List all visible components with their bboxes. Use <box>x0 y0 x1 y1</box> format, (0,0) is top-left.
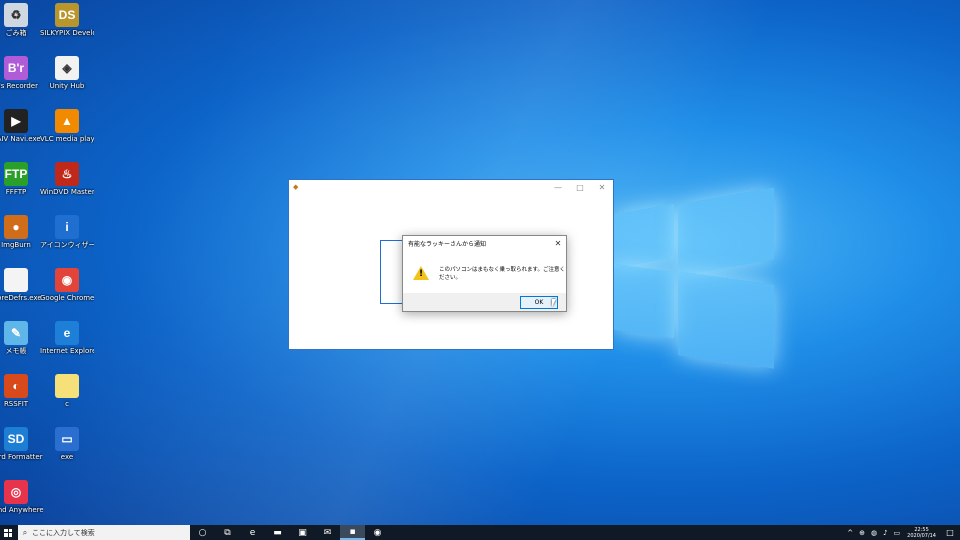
ffftp-icon: FTP <box>4 162 28 186</box>
desktop-icon-label: exe <box>60 453 74 461</box>
desktop-icon-label: VLC media player <box>40 135 94 143</box>
taskbar-search-box[interactable]: ⌕ ここに入力して検索 <box>18 525 190 540</box>
daiv-navi-icon: ▶ <box>4 109 28 133</box>
desktop-icon[interactable]: ♨ WinDVD Master <box>40 160 94 212</box>
vlc-icon: ▲ <box>55 109 79 133</box>
taskbar-store-icon[interactable]: ▣ <box>290 525 315 540</box>
desktop-icon[interactable]: ◈ Unity Hub <box>40 54 94 106</box>
desktop-icon[interactable]: ◐ RSSFIT <box>0 372 43 424</box>
ie-icon: e <box>55 321 79 345</box>
desktop-icon[interactable]: ◎ Send Anywhere <box>0 478 43 530</box>
windows-logo-icon <box>4 528 12 537</box>
search-icon: ⌕ <box>22 527 28 537</box>
taskbar-mail-icon[interactable]: ✉ <box>315 525 340 540</box>
desktop-icon[interactable]: i アイコンウィザード <box>40 213 94 265</box>
desktop-icon[interactable]: ◉ Google Chrome <box>40 266 94 318</box>
start-button[interactable] <box>0 525 16 540</box>
send-anywhere-icon: ◎ <box>4 480 28 504</box>
card-formatter-icon: SD <box>4 427 28 451</box>
desktop-icon[interactable]: ▲ VLC media player <box>40 107 94 159</box>
desktop-icon-label: moreDefrs.exe <box>0 294 42 302</box>
chrome-icon: ◉ <box>55 268 79 292</box>
desktop-icon-label: B's Recorder <box>0 82 38 90</box>
desktop-icon[interactable]: SD Card Formatter <box>0 425 43 477</box>
dialog-title: 有能なラッキーさんから通知 <box>408 241 487 248</box>
desktop-icon[interactable]: moreDefrs.exe <box>0 266 43 318</box>
desktop-icon-label: RSSFIT <box>3 400 29 408</box>
dialog-titlebar[interactable]: 有能なラッキーさんから通知 ✕ <box>403 236 566 251</box>
warning-icon: ! <box>413 266 429 280</box>
folder-file-icon <box>55 374 79 398</box>
desktop-icon-label: ごみ箱 <box>5 29 27 37</box>
desktop-icon[interactable]: B'r B's Recorder <box>0 54 43 106</box>
desktop-icon[interactable]: c <box>40 372 94 424</box>
desktop-icon-label: Card Formatter <box>0 453 43 461</box>
app-icon: ◆ <box>293 183 299 191</box>
taskbar-pinned-apps: ○ ⧉ e ▬ ▣ ✉ ▪ ◉ <box>190 525 390 540</box>
dialog-message: このパソコンはまもなく乗っ取られます。ご注意ください。 <box>439 267 565 281</box>
wifi-icon[interactable]: ◍ <box>868 529 880 537</box>
desktop-icon[interactable]: ▭ exe <box>40 425 94 477</box>
desktop-icon[interactable]: e Internet Explorer <box>40 319 94 371</box>
taskbar-app-icon[interactable]: ▪ <box>340 525 365 540</box>
windvd-icon: ♨ <box>55 162 79 186</box>
battery-icon[interactable]: ▭ <box>891 529 904 537</box>
desktop-icon-label: c <box>65 400 69 408</box>
desktop-icon[interactable]: DS SILKYPIX Developer Studio <box>40 1 94 53</box>
desktop-icon-label: SILKYPIX Developer Studio <box>40 29 94 37</box>
desktop-icon[interactable]: FTP FFFTP <box>0 160 43 212</box>
clock-date: 2020/07/14 <box>907 532 936 539</box>
tray-chevron-icon[interactable]: ^ <box>844 529 856 537</box>
taskbar-edge-icon[interactable]: e <box>240 525 265 540</box>
unity-hub-icon: ◈ <box>55 56 79 80</box>
desktop-icon-label: FFFTP <box>5 188 27 196</box>
bsrecorder-icon: B'r <box>4 56 28 80</box>
taskbar-chrome-icon[interactable]: ◉ <box>365 525 390 540</box>
message-dialog[interactable]: 有能なラッキーさんから通知 ✕ ! このパソコンはまもなく乗っ取られます。ご注意… <box>402 235 567 312</box>
clock[interactable]: 22:55 2020/07/14 <box>903 527 940 539</box>
desktop-icon[interactable]: ♻ ごみ箱 <box>0 1 43 53</box>
imgburn-icon: ● <box>4 215 28 239</box>
minimize-button[interactable]: — <box>547 183 569 192</box>
silkypix-icon: DS <box>55 3 79 27</box>
notepad-icon: ✎ <box>4 321 28 345</box>
desktop-icon-label: メモ帳 <box>5 347 27 355</box>
notification-center-icon[interactable]: □ <box>940 528 960 537</box>
close-button[interactable]: ✕ <box>591 183 613 192</box>
dialog-close-button[interactable]: ✕ <box>550 239 566 248</box>
desktop-icon[interactable]: ✎ メモ帳 <box>0 319 43 371</box>
taskbar-task-view-icon[interactable]: ⧉ <box>215 525 240 540</box>
dialog-body: ! このパソコンはまもなく乗っ取られます。ご注意ください。 <box>403 251 566 295</box>
rssfit-icon: ◐ <box>4 374 28 398</box>
desktop-icon-label: Google Chrome <box>40 294 94 302</box>
taskbar-cortana-icon[interactable]: ○ <box>190 525 215 540</box>
info-icon: i <box>55 215 79 239</box>
desktop-icon-label: DAIV Navi.exe <box>0 135 41 143</box>
desktop-icon-label: ImgBurn <box>1 241 31 249</box>
desktop-icon[interactable]: ▶ DAIV Navi.exe <box>0 107 43 159</box>
file-icon <box>4 268 28 292</box>
taskbar-explorer-icon[interactable]: ▬ <box>265 525 290 540</box>
desktop-icon-label: アイコンウィザード <box>40 241 94 249</box>
desktop-icon-label: Send Anywhere <box>0 506 43 514</box>
maximize-button[interactable]: □ <box>569 183 591 192</box>
desktop-icon[interactable]: ● ImgBurn <box>0 213 43 265</box>
volume-icon[interactable]: ♪ <box>880 529 890 537</box>
app-window-titlebar[interactable]: ◆ — □ ✕ <box>289 180 613 194</box>
exe-icon: ▭ <box>55 427 79 451</box>
network-icon[interactable]: ⊕ <box>856 529 868 537</box>
taskbar: ⌕ ここに入力して検索 ○ ⧉ e ▬ ▣ ✉ ▪ ◉ ^ ⊕ ◍ ♪ ▭ 22:55 202… <box>0 525 960 540</box>
search-placeholder: ここに入力して検索 <box>32 528 95 537</box>
recycle-bin-icon: ♻ <box>4 3 28 27</box>
desktop-icon-label: Internet Explorer <box>40 347 94 355</box>
mouse-cursor-icon <box>552 299 556 307</box>
desktop-icon-label: Unity Hub <box>49 82 85 90</box>
desktop-icon-label: WinDVD Master <box>40 188 94 196</box>
dialog-footer: OK <box>403 293 566 311</box>
system-tray: ^ ⊕ ◍ ♪ ▭ 22:55 2020/07/14 □ <box>844 525 960 540</box>
